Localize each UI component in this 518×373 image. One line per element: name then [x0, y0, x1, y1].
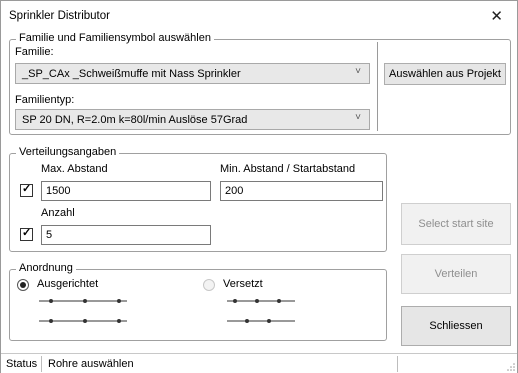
family-combobox-value: _SP_CAx _Schweißmuffe mit Nass Sprinkler [22, 68, 241, 80]
aligned-radio-label: Ausgerichtet [37, 278, 99, 290]
status-label: Status [6, 358, 38, 370]
title-bar: Sprinkler Distributor ✕ [1, 1, 517, 31]
aligned-pattern-icon [39, 299, 127, 323]
min-distance-label: Min. Abstand / Startabstand [220, 163, 356, 175]
family-type-combobox-value: SP 20 DN, R=2.0m k=80l/min Auslöse 57Gra… [22, 114, 248, 126]
family-type-label: Familientyp: [15, 94, 75, 106]
count-checkbox[interactable]: ✓ [20, 227, 33, 241]
select-start-site-button[interactable]: Select start site [401, 203, 511, 245]
aligned-radio[interactable] [17, 279, 29, 291]
max-distance-label: Max. Abstand [41, 163, 108, 175]
window-title: Sprinkler Distributor [9, 10, 110, 22]
resize-grip-icon[interactable] [507, 363, 515, 371]
staggered-radio-label: Versetzt [223, 278, 263, 290]
select-from-project-button-label: Auswählen aus Projekt [389, 68, 501, 80]
staggered-pattern-icon [227, 299, 295, 323]
family-group-legend: Familie und Familiensymbol auswählen [16, 32, 214, 44]
min-distance-input[interactable]: 200 [220, 181, 383, 201]
status-divider [397, 356, 398, 372]
count-input[interactable]: 5 [41, 225, 211, 245]
status-bar: Status Rohre auswählen [1, 353, 517, 373]
close-button[interactable]: Schliessen [401, 306, 511, 346]
sprinkler-distributor-window: Sprinkler Distributor ✕ Familie und Fami… [0, 0, 518, 373]
distribution-group-legend: Verteilungsangaben [16, 146, 120, 158]
max-distance-value: 1500 [46, 185, 71, 197]
family-combobox[interactable]: _SP_CAx _Schweißmuffe mit Nass Sprinkler… [15, 63, 370, 84]
count-label: Anzahl [41, 207, 75, 219]
chevron-down-icon: ˅ [355, 66, 361, 77]
count-value: 5 [46, 229, 53, 241]
arrangement-group-legend: Anordnung [16, 262, 76, 274]
select-start-site-label: Select start site [418, 218, 494, 230]
close-button-label: Schliessen [429, 320, 483, 332]
status-message: Rohre auswählen [48, 358, 134, 370]
max-distance-input[interactable]: 1500 [41, 181, 211, 201]
family-label: Familie: [15, 46, 54, 58]
close-icon[interactable]: ✕ [490, 7, 503, 25]
chevron-down-icon: ˅ [355, 112, 361, 123]
max-distance-checkbox[interactable]: ✓ [20, 183, 33, 197]
group-divider [377, 42, 378, 131]
distribute-button[interactable]: Verteilen [401, 254, 511, 294]
select-from-project-button[interactable]: Auswählen aus Projekt [384, 63, 506, 85]
family-type-combobox[interactable]: SP 20 DN, R=2.0m k=80l/min Auslöse 57Gra… [15, 109, 370, 130]
distribute-label: Verteilen [434, 268, 478, 280]
staggered-radio[interactable] [203, 279, 215, 291]
min-distance-value: 200 [225, 185, 244, 197]
status-divider [41, 356, 42, 372]
